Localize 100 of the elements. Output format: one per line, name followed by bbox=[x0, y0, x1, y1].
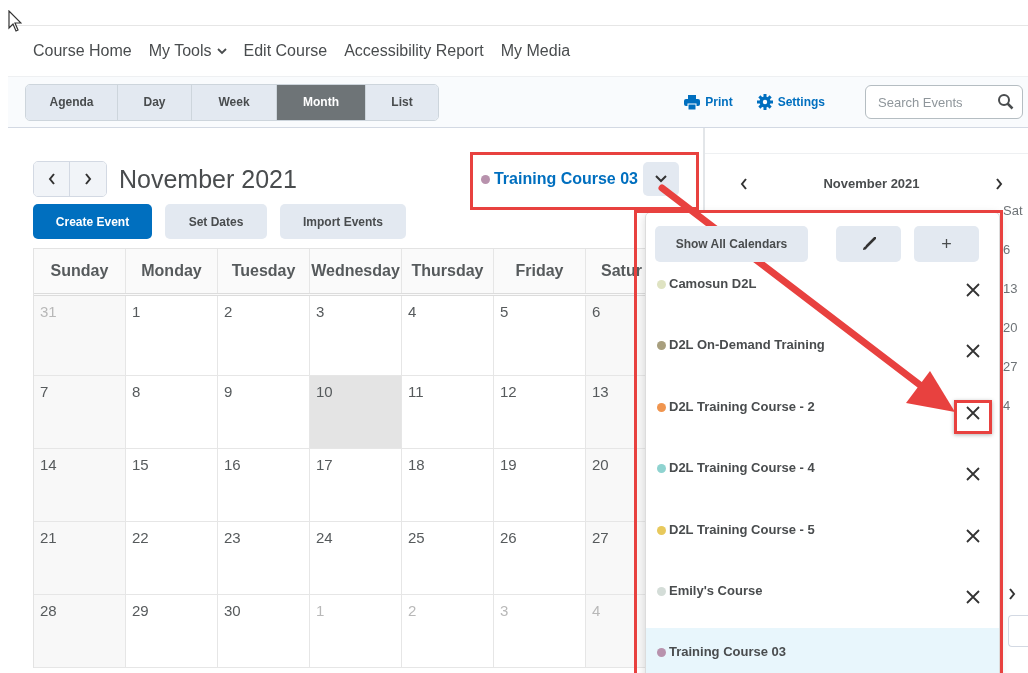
cursor-icon bbox=[8, 10, 22, 32]
weekday-header: Tuesday bbox=[218, 249, 310, 293]
day-number: 29 bbox=[132, 602, 149, 619]
chevron-left-icon[interactable] bbox=[47, 173, 56, 185]
day-number: 26 bbox=[500, 529, 517, 546]
day-cell[interactable]: 24 bbox=[310, 522, 402, 595]
nav-link[interactable]: Accessibility Report bbox=[344, 42, 484, 60]
day-cell[interactable]: 17 bbox=[310, 449, 402, 522]
day-number: 20 bbox=[592, 456, 609, 473]
month-title: November 2021 bbox=[119, 164, 297, 194]
day-number: 23 bbox=[224, 529, 241, 546]
day-cell[interactable]: 18 bbox=[402, 449, 494, 522]
chevron-right-icon[interactable] bbox=[995, 177, 1003, 190]
chevron-down-icon[interactable] bbox=[655, 175, 667, 183]
nav-link[interactable]: Edit Course bbox=[243, 42, 328, 60]
day-cell[interactable]: 8 bbox=[126, 376, 218, 449]
close-icon[interactable] bbox=[966, 467, 980, 482]
day-cell[interactable]: 26 bbox=[494, 522, 586, 595]
day-number: 4 bbox=[408, 303, 417, 320]
day-cell[interactable]: 25 bbox=[402, 522, 494, 595]
mini-calendar-day: 27 bbox=[1003, 357, 1018, 377]
nav-link[interactable]: My Tools bbox=[148, 42, 227, 60]
day-cell[interactable]: 9 bbox=[218, 376, 310, 449]
view-tab[interactable]: Agenda bbox=[26, 84, 118, 120]
day-number: 16 bbox=[224, 456, 241, 473]
day-cell[interactable]: 16 bbox=[218, 449, 310, 522]
day-cell[interactable]: 2 bbox=[218, 296, 310, 376]
day-cell[interactable]: 3 bbox=[310, 296, 402, 376]
toolbar-link[interactable]: Print bbox=[682, 92, 735, 112]
day-cell[interactable]: 22 bbox=[126, 522, 218, 595]
chevron-right-icon[interactable] bbox=[1008, 588, 1016, 600]
action-button[interactable]: Create Event bbox=[33, 204, 152, 239]
day-cell[interactable]: 12 bbox=[494, 376, 586, 449]
day-cell[interactable]: 30 bbox=[218, 595, 310, 668]
day-number: 15 bbox=[132, 456, 149, 473]
day-cell[interactable]: 21 bbox=[34, 522, 126, 595]
weekday-header: Wednesday bbox=[310, 249, 402, 293]
day-number: 14 bbox=[40, 456, 57, 473]
view-tab[interactable]: List bbox=[366, 84, 438, 120]
day-cell[interactable]: 15 bbox=[126, 449, 218, 522]
close-icon[interactable] bbox=[966, 405, 980, 420]
day-cell[interactable]: 23 bbox=[218, 522, 310, 595]
print-icon[interactable] bbox=[684, 94, 701, 110]
view-tab[interactable]: Month bbox=[277, 84, 366, 120]
day-number: 9 bbox=[224, 383, 233, 400]
close-icon[interactable] bbox=[966, 589, 980, 604]
day-cell[interactable]: 29 bbox=[126, 595, 218, 668]
weekday-header: Thursday bbox=[402, 249, 494, 293]
day-cell[interactable]: 11 bbox=[402, 376, 494, 449]
calendar-selector-link[interactable]: Training Course 03 bbox=[493, 170, 638, 188]
nav-link[interactable]: Course Home bbox=[33, 42, 132, 60]
day-cell[interactable]: 4 bbox=[402, 296, 494, 376]
mini-calendar-day: 13 bbox=[1003, 279, 1018, 299]
day-number: 22 bbox=[132, 529, 149, 546]
day-number: 19 bbox=[500, 456, 517, 473]
panel-field[interactable] bbox=[1008, 615, 1028, 647]
mini-calendar-day: 20 bbox=[1003, 318, 1018, 338]
close-icon[interactable] bbox=[966, 344, 980, 359]
day-number: 3 bbox=[316, 303, 325, 320]
search-field[interactable]: Search Events bbox=[865, 85, 1023, 119]
menu-button[interactable]: + bbox=[914, 226, 979, 262]
action-button[interactable]: Set Dates bbox=[165, 204, 267, 239]
close-icon[interactable] bbox=[966, 283, 980, 297]
day-number: 11 bbox=[408, 383, 424, 400]
day-number: 10 bbox=[316, 383, 333, 400]
menu-button[interactable]: Show All Calendars bbox=[655, 226, 808, 262]
day-number: 8 bbox=[132, 383, 141, 400]
dropdown-button[interactable] bbox=[643, 162, 679, 196]
day-cell[interactable]: 1 bbox=[126, 296, 218, 376]
chevron-right-icon[interactable] bbox=[84, 173, 92, 185]
close-icon[interactable] bbox=[966, 528, 980, 543]
day-number: 5 bbox=[500, 303, 509, 320]
mini-calendar-day: 6 bbox=[1003, 240, 1011, 260]
search-icon[interactable] bbox=[997, 93, 1014, 110]
day-cell[interactable]: 10 bbox=[310, 376, 402, 449]
toolbar-link[interactable]: Settings bbox=[754, 92, 827, 112]
day-cell[interactable]: 14 bbox=[34, 449, 126, 522]
day-number: 31 bbox=[40, 303, 57, 320]
day-cell[interactable]: 19 bbox=[494, 449, 586, 522]
view-tab[interactable]: Day bbox=[118, 84, 192, 120]
day-cell[interactable]: 7 bbox=[34, 376, 126, 449]
view-tab[interactable]: Week bbox=[192, 84, 277, 120]
chevron-down-icon[interactable] bbox=[216, 47, 227, 55]
gear-icon[interactable] bbox=[756, 94, 773, 110]
day-number: 25 bbox=[408, 529, 425, 546]
chevron-left-icon[interactable] bbox=[740, 177, 748, 190]
day-number: 27 bbox=[592, 529, 609, 546]
nav-link[interactable]: My Media bbox=[500, 42, 571, 60]
brush-icon[interactable] bbox=[861, 237, 876, 251]
day-cell[interactable]: 28 bbox=[34, 595, 126, 668]
mini-calendar-day: 4 bbox=[1003, 396, 1011, 416]
day-number: 2 bbox=[408, 602, 417, 619]
day-cell[interactable]: 5 bbox=[494, 296, 586, 376]
mini-calendar-day: Sat bbox=[1003, 201, 1023, 221]
day-number: 1 bbox=[132, 303, 141, 320]
calendar-menu-item[interactable]: Training Course 03 bbox=[646, 628, 999, 673]
action-button[interactable]: Import Events bbox=[280, 204, 406, 239]
weekday-header: Monday bbox=[126, 249, 218, 293]
day-number: 2 bbox=[224, 303, 233, 320]
day-number: 3 bbox=[500, 602, 509, 619]
